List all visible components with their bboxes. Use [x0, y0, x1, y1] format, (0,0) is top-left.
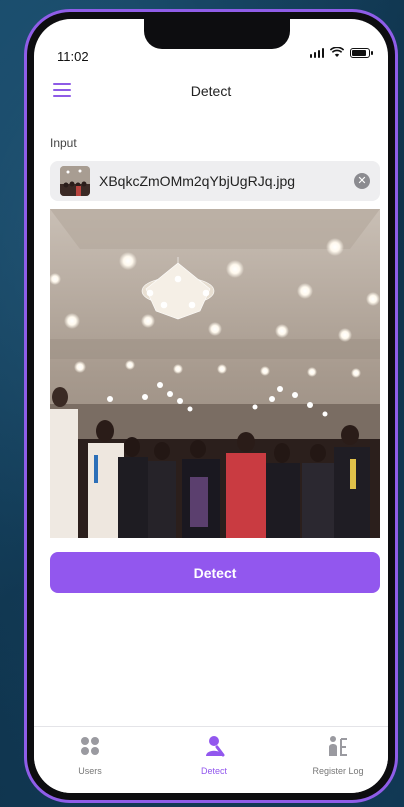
tab-label-users: Users: [78, 766, 102, 776]
app-screen: 11:02 Detect Input XBqkcZmOMm2qYbjUgRJq.…: [34, 19, 388, 793]
file-thumbnail: [60, 166, 90, 196]
wifi-icon: [330, 47, 344, 57]
phone-frame: 11:02 Detect Input XBqkcZmOMm2qYbjUgRJq.…: [24, 9, 398, 803]
file-input-field[interactable]: XBqkcZmOMm2qYbjUgRJq.jpg ✕: [50, 161, 380, 201]
signal-icon: [309, 47, 324, 58]
battery-icon: [350, 47, 373, 58]
tab-detect[interactable]: Detect: [164, 735, 264, 776]
input-image-preview: [50, 209, 380, 538]
status-icons: [309, 47, 373, 58]
person-detect-icon: [206, 736, 225, 757]
tab-register-log[interactable]: Register Log: [288, 735, 388, 776]
page-title: Detect: [190, 83, 232, 99]
register-log-icon: [329, 736, 347, 756]
tab-label-register-log: Register Log: [312, 766, 364, 776]
grid-icon: [81, 737, 99, 755]
status-time: 11:02: [57, 49, 89, 64]
bottom-tab-bar: Users Detect Register Log: [34, 726, 388, 793]
detect-button[interactable]: Detect: [50, 552, 380, 593]
file-name: XBqkcZmOMm2qYbjUgRJq.jpg: [99, 173, 296, 189]
tab-label-detect: Detect: [200, 766, 227, 776]
input-label: Input: [50, 136, 77, 150]
tab-users[interactable]: Users: [40, 735, 140, 776]
clear-file-icon[interactable]: ✕: [354, 173, 370, 189]
notch: [144, 19, 290, 49]
